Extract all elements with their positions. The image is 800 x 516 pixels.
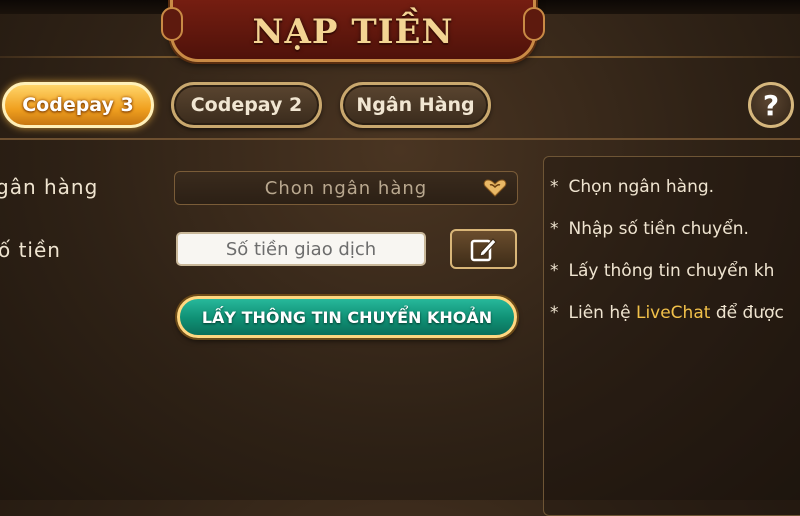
bank-select[interactable]: Chon ngân hàng (174, 171, 518, 205)
tab-bar: Codepay 3 Codepay 2 Ngân Hàng ? (0, 74, 800, 140)
get-transfer-info-button[interactable]: LẤY THÔNG TIN CHUYỂN KHOẢN (177, 296, 517, 338)
instruction-item: * Liên hệ LiveChat để được (550, 303, 784, 323)
instruction-item: * Lấy thông tin chuyển kh (550, 261, 775, 281)
instruction-item: * Nhập số tiền chuyển. (550, 219, 749, 239)
edit-button[interactable] (450, 229, 517, 269)
instructions-panel: * Chọn ngân hàng. * Nhập số tiền chuyển. *… (543, 156, 800, 516)
help-icon: ? (762, 88, 780, 122)
amount-input[interactable] (176, 232, 426, 266)
tab-codepay-2[interactable]: Codepay 2 (171, 82, 322, 128)
heart-dropdown-icon (483, 179, 507, 197)
edit-icon (470, 238, 497, 262)
bank-select-placeholder: Chon ngân hàng (264, 177, 428, 199)
livechat-link[interactable]: LiveChat (636, 303, 710, 323)
title-plaque: NẠP TIỀN (161, 0, 545, 62)
tab-ngan-hang[interactable]: Ngân Hàng (340, 82, 491, 128)
help-button[interactable]: ? (748, 82, 794, 128)
page-title: NẠP TIỀN (252, 12, 454, 52)
bank-label: gân hàng (0, 175, 99, 199)
tab-codepay-3[interactable]: Codepay 3 (2, 82, 154, 128)
instruction-item: * Chọn ngân hàng. (550, 177, 715, 197)
amount-label: ố tiền (0, 238, 61, 262)
